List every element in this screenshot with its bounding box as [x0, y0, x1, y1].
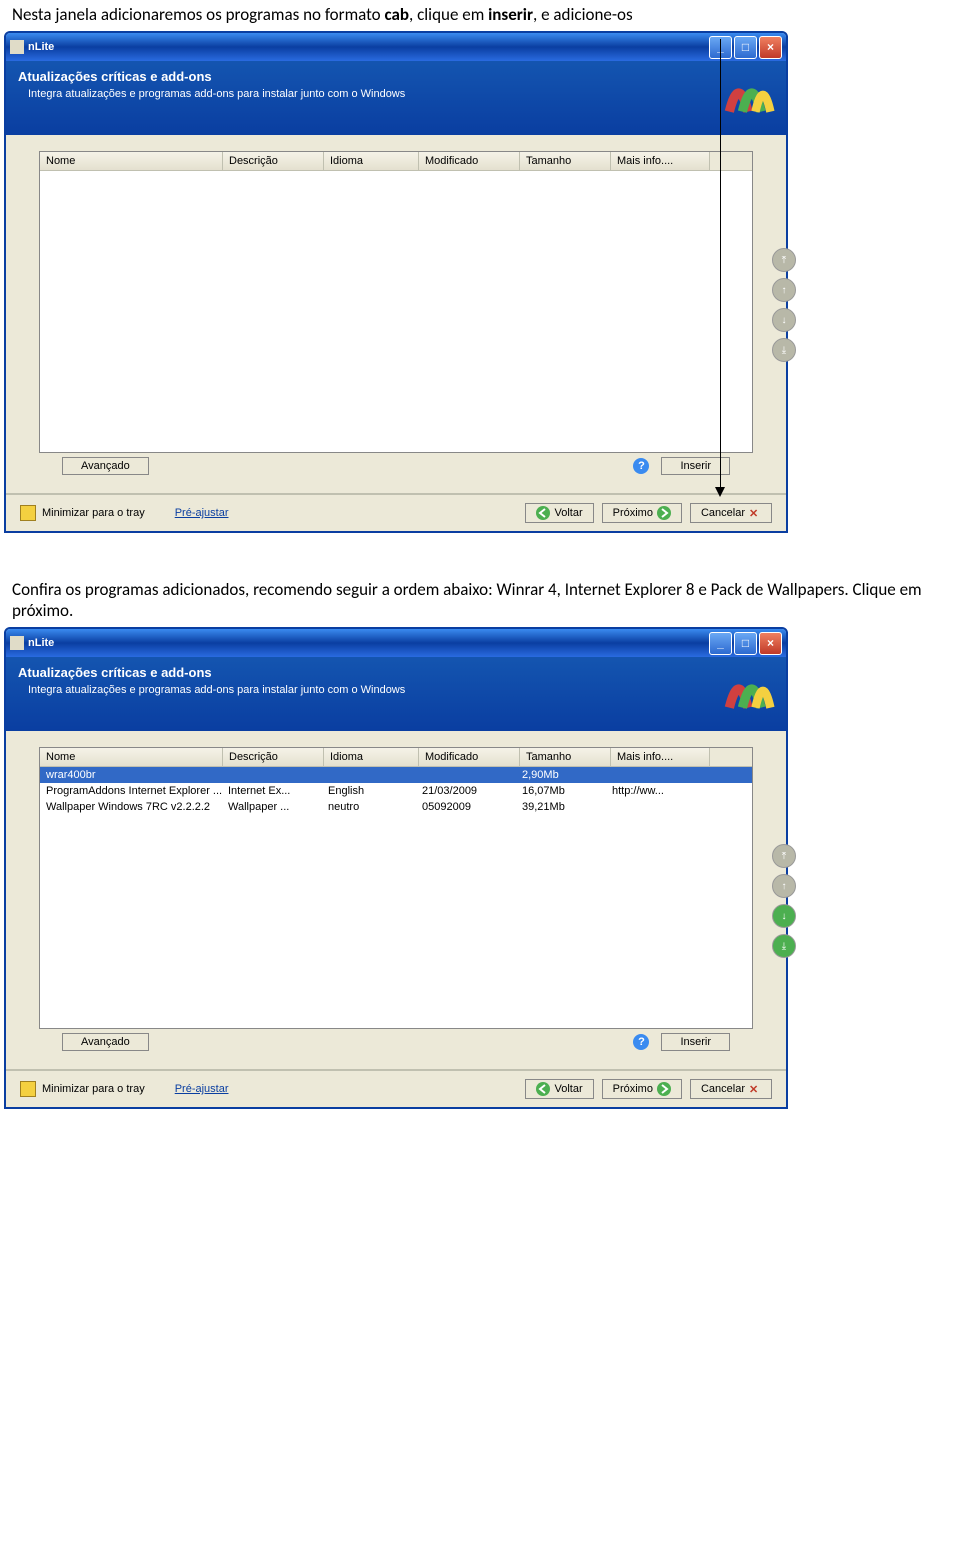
- cell-tam: 2,90Mb: [516, 768, 606, 782]
- cell-nome: wrar400br: [40, 768, 222, 782]
- wizard-title: Atualizações críticas e add-ons: [18, 665, 774, 680]
- table-row[interactable]: ProgramAddons Internet Explorer ... Inte…: [40, 783, 752, 799]
- maximize-button[interactable]: □: [734, 36, 757, 59]
- avancado-button[interactable]: Avançado: [62, 1033, 149, 1051]
- titlebar: nLite _ □ ×: [6, 33, 786, 61]
- cell-nome: ProgramAddons Internet Explorer ...: [40, 784, 222, 798]
- window-title: nLite: [28, 637, 709, 649]
- minimize-tray-link[interactable]: Minimizar para o tray: [42, 1083, 145, 1095]
- cell-mod: 21/03/2009: [416, 784, 516, 798]
- col-descricao[interactable]: Descrição: [223, 152, 324, 170]
- col-nome[interactable]: Nome: [40, 152, 223, 170]
- cell-mais: [606, 768, 704, 782]
- cell-mod: 05092009: [416, 800, 516, 814]
- cell-tam: 39,21Mb: [516, 800, 606, 814]
- voltar-button[interactable]: Voltar: [525, 1079, 593, 1099]
- cell-idioma: English: [322, 784, 416, 798]
- move-top-button[interactable]: ⤒: [772, 844, 796, 868]
- minimize-tray-link[interactable]: Minimizar para o tray: [42, 507, 145, 519]
- addon-list: Nome Descrição Idioma Modificado Tamanho…: [39, 747, 753, 1029]
- intro-text-1: Nesta janela adicionaremos os programas …: [12, 4, 948, 25]
- wizard-header: Atualizações críticas e add-ons Integra …: [6, 61, 786, 135]
- wizard-header: Atualizações críticas e add-ons Integra …: [6, 657, 786, 731]
- cancelar-button[interactable]: Cancelar ✕: [690, 1079, 772, 1099]
- table-row[interactable]: wrar400br 2,90Mb: [40, 767, 752, 783]
- move-down-button[interactable]: ↓: [772, 308, 796, 332]
- back-arrow-icon: [536, 506, 550, 520]
- move-up-button[interactable]: ↑: [772, 278, 796, 302]
- nlite-logo-icon: [720, 65, 776, 121]
- list-headers: Nome Descrição Idioma Modificado Tamanho…: [40, 152, 752, 171]
- titlebar: nLite _ □ ×: [6, 629, 786, 657]
- col-mais-info[interactable]: Mais info....: [611, 152, 710, 170]
- avancado-button[interactable]: Avançado: [62, 457, 149, 475]
- wizard-title: Atualizações críticas e add-ons: [18, 69, 774, 84]
- app-icon: [10, 40, 24, 54]
- col-mais-info[interactable]: Mais info....: [611, 748, 710, 766]
- cancel-x-icon: ✕: [749, 1083, 761, 1095]
- col-idioma[interactable]: Idioma: [324, 748, 419, 766]
- pointer-line: [720, 39, 721, 491]
- intro-text-2: Confira os programas adicionados, recome…: [12, 579, 948, 621]
- col-modificado[interactable]: Modificado: [419, 748, 520, 766]
- cell-mod: [416, 768, 516, 782]
- table-row[interactable]: Wallpaper Windows 7RC v2.2.2.2 Wallpaper…: [40, 799, 752, 815]
- next-arrow-icon: [657, 1082, 671, 1096]
- inserir-button[interactable]: Inserir: [661, 1033, 730, 1051]
- cell-idioma: neutro: [322, 800, 416, 814]
- help-icon[interactable]: ?: [633, 1034, 649, 1050]
- cell-nome: Wallpaper Windows 7RC v2.2.2.2: [40, 800, 222, 814]
- move-top-button[interactable]: ⤒: [772, 248, 796, 272]
- tray-icon: [20, 505, 36, 521]
- pointer-arrow-icon: [715, 487, 725, 500]
- cancelar-button[interactable]: Cancelar ✕: [690, 503, 772, 523]
- move-bottom-button[interactable]: ⤓: [772, 338, 796, 362]
- tray-icon: [20, 1081, 36, 1097]
- proximo-button[interactable]: Próximo: [602, 503, 682, 523]
- minimize-button[interactable]: _: [709, 632, 732, 655]
- pre-ajustar-link[interactable]: Pré-ajustar: [175, 1083, 229, 1095]
- voltar-button[interactable]: Voltar: [525, 503, 593, 523]
- pre-ajustar-link[interactable]: Pré-ajustar: [175, 507, 229, 519]
- bottom-bar: Minimizar para o tray Pré-ajustar Voltar…: [6, 493, 786, 531]
- col-tamanho[interactable]: Tamanho: [520, 152, 611, 170]
- col-modificado[interactable]: Modificado: [419, 152, 520, 170]
- close-button[interactable]: ×: [759, 36, 782, 59]
- wizard-subtitle: Integra atualizações e programas add-ons…: [28, 88, 774, 100]
- close-button[interactable]: ×: [759, 632, 782, 655]
- col-idioma[interactable]: Idioma: [324, 152, 419, 170]
- cell-mais: http://ww...: [606, 784, 704, 798]
- cell-desc: Internet Ex...: [222, 784, 322, 798]
- next-arrow-icon: [657, 506, 671, 520]
- back-arrow-icon: [536, 1082, 550, 1096]
- cell-desc: Wallpaper ...: [222, 800, 322, 814]
- cell-tam: 16,07Mb: [516, 784, 606, 798]
- bottom-bar: Minimizar para o tray Pré-ajustar Voltar…: [6, 1069, 786, 1107]
- content-pane: Nome Descrição Idioma Modificado Tamanho…: [6, 731, 786, 1069]
- app-icon: [10, 636, 24, 650]
- cell-desc: [222, 768, 322, 782]
- maximize-button[interactable]: □: [734, 632, 757, 655]
- col-nome[interactable]: Nome: [40, 748, 223, 766]
- nlite-logo-icon: [720, 661, 776, 717]
- col-descricao[interactable]: Descrição: [223, 748, 324, 766]
- help-icon[interactable]: ?: [633, 458, 649, 474]
- move-bottom-button[interactable]: ⤓: [772, 934, 796, 958]
- move-down-button[interactable]: ↓: [772, 904, 796, 928]
- window-title: nLite: [28, 41, 709, 53]
- nlite-window-2: nLite _ □ × Atualizações críticas e add-…: [4, 627, 788, 1109]
- list-headers: Nome Descrição Idioma Modificado Tamanho…: [40, 748, 752, 767]
- cell-idioma: [322, 768, 416, 782]
- move-up-button[interactable]: ↑: [772, 874, 796, 898]
- col-tamanho[interactable]: Tamanho: [520, 748, 611, 766]
- cell-mais: [606, 800, 704, 814]
- addon-list: Nome Descrição Idioma Modificado Tamanho…: [39, 151, 753, 453]
- proximo-button[interactable]: Próximo: [602, 1079, 682, 1099]
- nlite-window-1: nLite _ □ × Atualizações críticas e add-…: [4, 31, 788, 533]
- wizard-subtitle: Integra atualizações e programas add-ons…: [28, 684, 774, 696]
- cancel-x-icon: ✕: [749, 507, 761, 519]
- content-pane: Nome Descrição Idioma Modificado Tamanho…: [6, 135, 786, 493]
